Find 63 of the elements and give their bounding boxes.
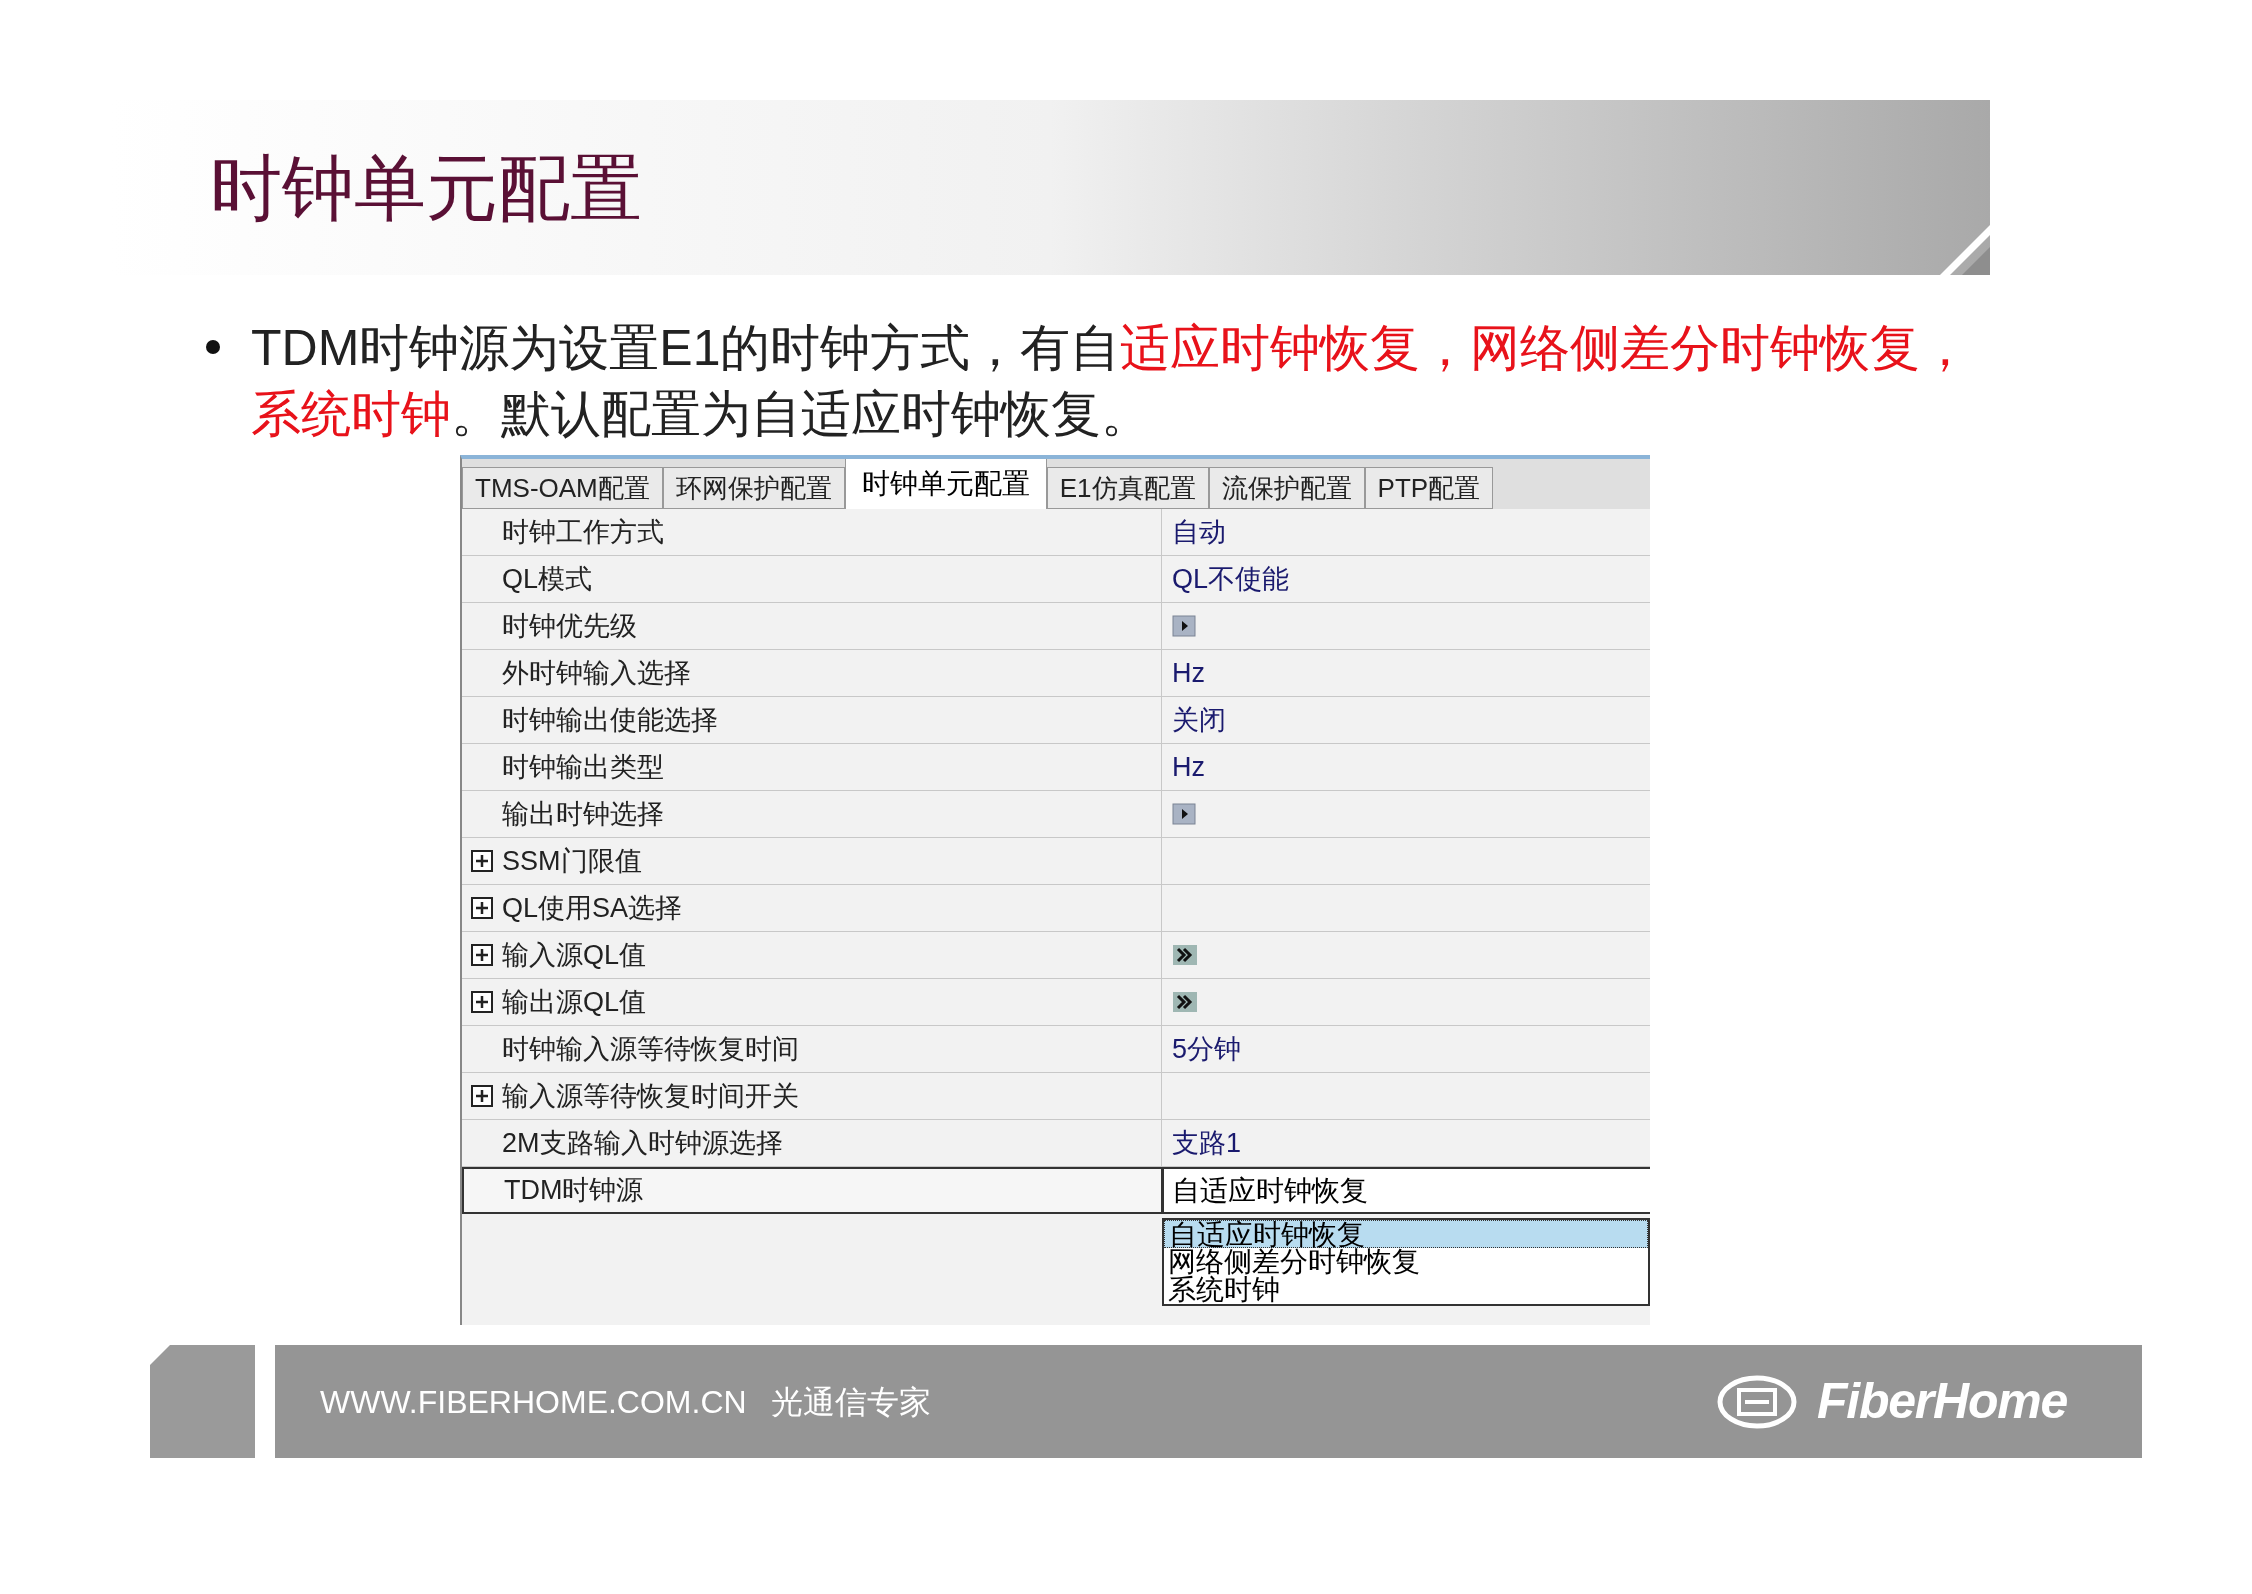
property-row[interactable]: 时钟工作方式 自动 [462, 509, 1650, 556]
property-label: 输入源等待恢复时间开关 [502, 1079, 799, 1113]
property-row[interactable]: TDM时钟源 自适应时钟恢复 [462, 1167, 1650, 1214]
dropdown-field[interactable]: 自适应时钟恢复 [1162, 1167, 1650, 1212]
property-label: 时钟优先级 [502, 609, 637, 643]
dropdown-option[interactable]: 网络侧差分时钟恢复 [1164, 1248, 1648, 1276]
property-label: TDM时钟源 [504, 1174, 644, 1208]
property-label: 时钟输入源等待恢复时间 [502, 1032, 799, 1066]
property-row[interactable]: SSM门限值 [462, 838, 1650, 885]
tab[interactable]: PTP配置 [1364, 467, 1494, 509]
double-chevron-icon[interactable] [1172, 944, 1198, 966]
property-value: Hz [1172, 656, 1205, 690]
double-chevron-icon[interactable] [1172, 991, 1198, 1013]
bullet-icon [205, 339, 221, 355]
play-icon[interactable] [1172, 615, 1196, 637]
tab[interactable]: 时钟单元配置 [844, 459, 1047, 509]
logo-text: FiberHome [1817, 1372, 2067, 1431]
expand-icon[interactable] [470, 849, 494, 873]
property-row[interactable]: 时钟输出使能选择 关闭 [462, 697, 1650, 744]
corner-stripe-icon [1940, 225, 1990, 275]
logo-icon [1717, 1374, 1798, 1429]
tab[interactable]: 环网保护配置 [662, 467, 845, 509]
expand-icon[interactable] [470, 943, 494, 967]
property-row[interactable]: 外时钟输入选择 Hz [462, 650, 1650, 697]
property-label: 输出时钟选择 [502, 797, 664, 831]
tab[interactable]: 流保护配置 [1208, 467, 1365, 509]
property-label: 输出源QL值 [502, 985, 647, 1019]
property-label: SSM门限值 [502, 844, 642, 878]
property-value: 5分钟 [1172, 1032, 1242, 1066]
property-row[interactable]: 时钟输出类型 Hz [462, 744, 1650, 791]
property-label: 输入源QL值 [502, 938, 647, 972]
dropdown-option[interactable]: 系统时钟 [1164, 1276, 1648, 1304]
tab[interactable]: E1仿真配置 [1046, 467, 1209, 509]
property-row[interactable]: QL模式 QL不使能 [462, 556, 1650, 603]
property-value: 关闭 [1172, 703, 1226, 737]
dropdown-option[interactable]: 自适应时钟恢复 [1164, 1220, 1648, 1248]
property-label: 2M支路输入时钟源选择 [502, 1126, 783, 1160]
bullet-text: TDM时钟源为设置E1的时钟方式，有自适应时钟恢复，网络侧差分时钟恢复，系统时钟。默认配置为自适应时钟恢复。 [251, 319, 1972, 444]
property-row[interactable]: 输出时钟选择 [462, 791, 1650, 838]
property-row[interactable]: 输入源QL值 [462, 932, 1650, 979]
property-row[interactable]: 时钟优先级 [462, 603, 1650, 650]
property-label: 外时钟输入选择 [502, 656, 691, 690]
slide-title: 时钟单元配置 [210, 146, 642, 230]
expand-icon[interactable] [470, 896, 494, 920]
property-value: Hz [1172, 750, 1205, 784]
tab[interactable]: TMS-OAM配置 [462, 467, 663, 509]
property-label: 时钟输出类型 [502, 750, 664, 784]
property-label: QL模式 [502, 562, 593, 596]
play-icon[interactable] [1172, 803, 1196, 825]
property-value: 支路1 [1172, 1126, 1242, 1160]
property-row[interactable]: 输入源等待恢复时间开关 [462, 1073, 1650, 1120]
footer-slogan: 光通信专家 [770, 1382, 931, 1422]
property-row[interactable]: 输出源QL值 [462, 979, 1650, 1026]
expand-icon[interactable] [470, 990, 494, 1014]
footer-url: WWW.FIBERHOME.COM.CN [320, 1382, 747, 1422]
property-value: QL不使能 [1172, 562, 1290, 596]
expand-icon[interactable] [470, 1084, 494, 1108]
property-label: QL使用SA选择 [502, 891, 683, 925]
property-value: 自动 [1172, 515, 1226, 549]
property-label: 时钟工作方式 [502, 515, 664, 549]
property-row[interactable]: QL使用SA选择 [462, 885, 1650, 932]
property-label: 时钟输出使能选择 [502, 703, 718, 737]
property-row[interactable]: 时钟输入源等待恢复时间 5分钟 [462, 1026, 1650, 1073]
